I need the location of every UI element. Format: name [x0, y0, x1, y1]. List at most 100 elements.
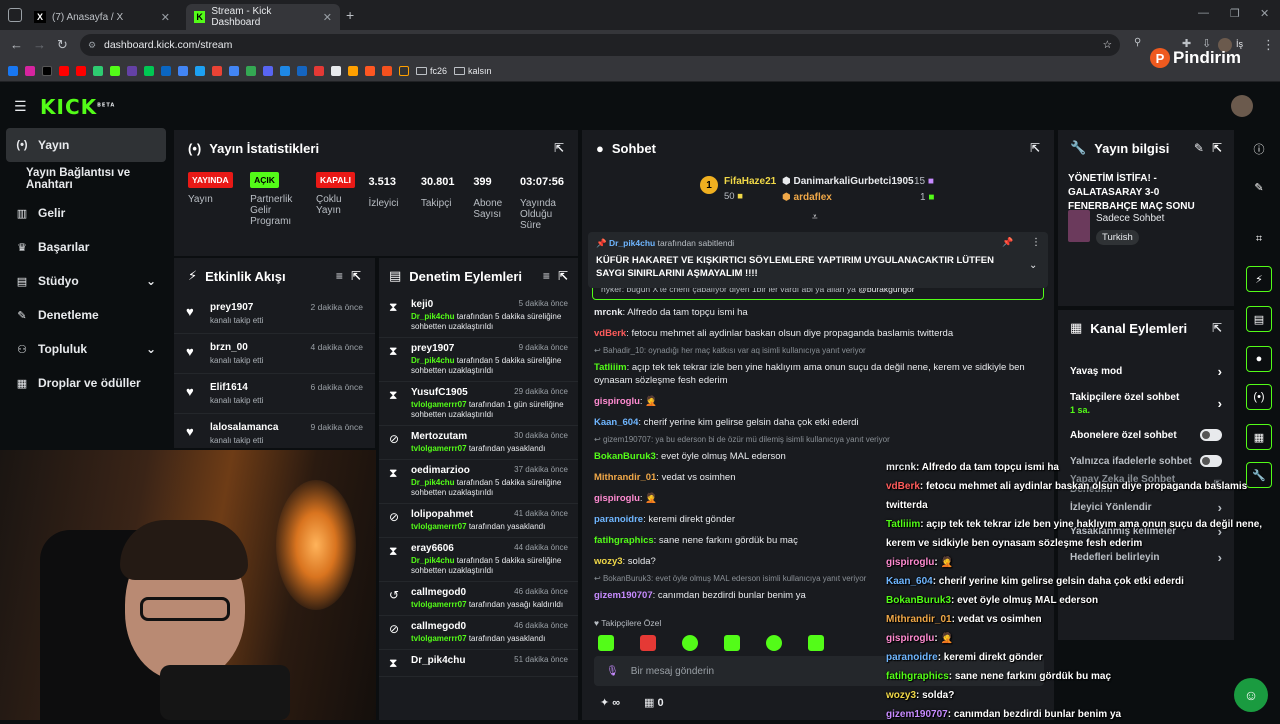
- popout-icon[interactable]: ⇱: [351, 269, 361, 283]
- moderated-user[interactable]: oedimarzioo: [411, 465, 470, 476]
- chat-username[interactable]: Kaan_604: [594, 417, 638, 428]
- sidebar-item-denetleme[interactable]: ✎ Denetleme: [0, 298, 172, 332]
- popout-icon[interactable]: ⇱: [1212, 321, 1222, 335]
- category-name[interactable]: Sadece Sohbet: [1096, 213, 1164, 224]
- moderator-name[interactable]: tvlolgamerrr07: [411, 400, 467, 409]
- moderator-name[interactable]: Dr_pik4chu: [411, 312, 455, 321]
- moderated-user[interactable]: lolipopahmet: [411, 509, 473, 520]
- chat-bubble-icon[interactable]: ●: [1246, 346, 1272, 372]
- chevron-down-icon[interactable]: ⌄: [146, 274, 156, 288]
- broadcast-icon[interactable]: (•): [1246, 384, 1272, 410]
- moderated-user[interactable]: prey1907: [411, 343, 454, 354]
- kick-icon[interactable]: [110, 65, 120, 76]
- moderated-user[interactable]: Dr_pik4chu: [411, 655, 465, 666]
- youtube-icon[interactable]: [76, 65, 86, 76]
- feed-user[interactable]: lalosalamanca: [210, 422, 278, 433]
- bookmark-icon[interactable]: [382, 65, 392, 76]
- bookmark-icon[interactable]: [399, 65, 409, 76]
- top-gifter-name[interactable]: FifaHaze21: [724, 176, 776, 187]
- site-info-icon[interactable]: ⚙: [88, 40, 96, 51]
- chat-username[interactable]: gizem190707: [594, 590, 653, 601]
- back-icon[interactable]: ←: [10, 37, 23, 52]
- moderator-name[interactable]: Dr_pik4chu: [411, 556, 455, 565]
- filter-icon[interactable]: ≡: [336, 269, 343, 283]
- action-slow-mode[interactable]: Yavaş mod ›: [1058, 358, 1234, 384]
- info-icon[interactable]: ⓘ: [1246, 136, 1272, 162]
- sidebar-item-droplar[interactable]: ▦ Droplar ve ödüller: [0, 366, 172, 400]
- facebook-icon[interactable]: [8, 65, 18, 76]
- emote-icon[interactable]: [640, 635, 656, 651]
- tab-search-icon[interactable]: [8, 8, 22, 22]
- moderator-name[interactable]: tvlolgamerrr07: [411, 522, 467, 531]
- moderator-name[interactable]: Dr_pik4chu: [411, 478, 455, 487]
- action-followers-only[interactable]: Takipçilere özel sohbet 1 sa. ›: [1058, 384, 1234, 422]
- moderated-user[interactable]: callmegod0: [411, 621, 466, 632]
- popout-icon[interactable]: ⇱: [1212, 141, 1222, 155]
- help-chat-icon[interactable]: ☺: [1234, 678, 1268, 712]
- bookmark-folder-fc26[interactable]: fc26: [416, 66, 447, 76]
- tab-kick-dashboard[interactable]: K Stream - Kick Dashboard ✕: [186, 4, 340, 30]
- linkedin-icon[interactable]: [161, 65, 171, 76]
- bookmark-icon[interactable]: [280, 65, 290, 76]
- extension-icon[interactable]: ⚲: [1134, 37, 1141, 48]
- gmail-icon[interactable]: [212, 65, 222, 76]
- more-icon[interactable]: ⋮: [1031, 237, 1041, 248]
- pinned-by[interactable]: Dr_pik4chu: [609, 238, 655, 248]
- tab-x[interactable]: X (7) Anasayfa / X ✕: [26, 4, 178, 30]
- moderator-name[interactable]: tvlolgamerrr07: [411, 634, 467, 643]
- chat-username[interactable]: Mithrandir_01: [594, 472, 656, 483]
- instagram-icon[interactable]: [25, 65, 35, 76]
- moderator-name[interactable]: tvlolgamerrr07: [411, 444, 467, 453]
- emote-icon[interactable]: [598, 635, 614, 651]
- emote-icon[interactable]: [682, 635, 698, 651]
- sidebar-item-gelir[interactable]: ▥ Gelir: [0, 196, 172, 230]
- youtube-icon[interactable]: [59, 65, 69, 76]
- bookmark-icon[interactable]: [144, 65, 154, 76]
- chat-username[interactable]: Tatliiim: [594, 362, 627, 373]
- collapse-icon[interactable]: ⩡: [812, 212, 818, 223]
- emote-icon[interactable]: [808, 635, 824, 651]
- edit-icon[interactable]: ✎: [1246, 174, 1272, 200]
- close-tab-icon[interactable]: ✕: [161, 11, 170, 24]
- bookmark-folder-kalsin[interactable]: kalsın: [454, 66, 492, 76]
- chat-username[interactable]: gispiroglu: [594, 396, 640, 407]
- chat-username[interactable]: BokanBuruk3: [594, 451, 656, 462]
- bookmark-icon[interactable]: [195, 65, 205, 76]
- emote-icon[interactable]: [724, 635, 740, 651]
- forward-icon[interactable]: →: [33, 37, 46, 52]
- x-icon[interactable]: [42, 65, 52, 76]
- chevron-down-icon[interactable]: ⌄: [146, 342, 156, 356]
- restore-icon[interactable]: ❐: [1230, 7, 1240, 20]
- feed-user[interactable]: Elif1614: [210, 382, 263, 393]
- moderated-user[interactable]: keji0: [411, 299, 433, 310]
- sidebar-item-stream-key[interactable]: Yayın Bağlantısı ve Anahtarı: [0, 162, 172, 196]
- bookmark-icon[interactable]: [365, 65, 375, 76]
- gifter-3[interactable]: ⬢ ardaflex: [782, 192, 832, 203]
- reload-icon[interactable]: ↻: [57, 37, 68, 53]
- bookmark-icon[interactable]: [348, 65, 358, 76]
- emote-icon[interactable]: [766, 635, 782, 651]
- chat-username[interactable]: gispiroglu: [594, 493, 640, 504]
- gifter-2[interactable]: ⬢ DanimarkaliGurbetci1905: [782, 176, 914, 187]
- close-tab-icon[interactable]: ✕: [323, 11, 332, 24]
- unpin-icon[interactable]: 📌: [1002, 237, 1013, 248]
- chat-username[interactable]: mrcnk: [594, 307, 623, 318]
- minimize-icon[interactable]: —: [1198, 7, 1209, 19]
- feed-user[interactable]: prey1907: [210, 302, 263, 313]
- document-icon[interactable]: ▤: [1246, 306, 1272, 332]
- kick-logo[interactable]: KICKBETA: [40, 95, 115, 119]
- bookmark-icon[interactable]: [297, 65, 307, 76]
- discord-icon[interactable]: [263, 65, 273, 76]
- mic-icon[interactable]: 🎙: [606, 666, 619, 677]
- chat-username[interactable]: wozy3: [594, 556, 623, 567]
- popout-icon[interactable]: ⇱: [558, 269, 568, 283]
- filter-icon[interactable]: ≡: [543, 269, 550, 283]
- actions-icon[interactable]: ▦: [1246, 424, 1272, 450]
- url-input[interactable]: ⚙ dashboard.kick.com/stream ☆: [80, 34, 1120, 56]
- feed-user[interactable]: brzn_00: [210, 342, 263, 353]
- menu-dots-icon[interactable]: ⋮: [1262, 37, 1275, 53]
- bookmark-icon[interactable]: [331, 65, 341, 76]
- sidebar-item-studyo[interactable]: ▤ Stüdyo ⌄: [0, 264, 172, 298]
- toggle-switch[interactable]: [1200, 429, 1222, 441]
- user-avatar[interactable]: [1231, 95, 1253, 117]
